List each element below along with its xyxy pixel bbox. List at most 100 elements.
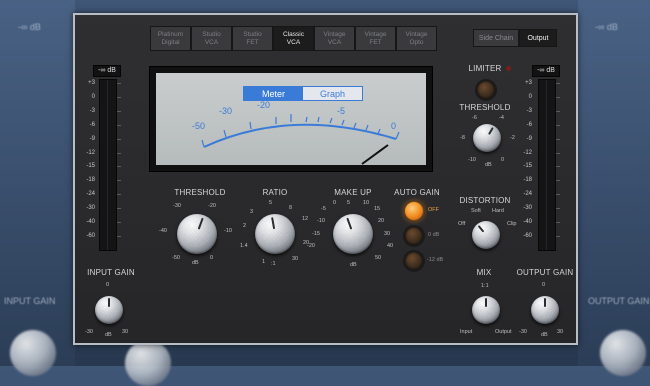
output_meter-scale-label: -18 — [523, 177, 532, 184]
distortion-knob[interactable] — [472, 221, 500, 249]
mix-ratio: 1:1 — [481, 283, 489, 289]
ratio-knob[interactable] — [255, 214, 295, 254]
mix-output: Output — [495, 329, 512, 335]
mix-input: Input — [460, 329, 473, 335]
output_meter-scale-label: -12 — [523, 149, 532, 156]
side-tabs: Side Chain Output — [473, 29, 557, 47]
bg-right-db: -∞ dB — [595, 22, 618, 32]
input_meter-scale-label: 0 — [91, 93, 95, 100]
input_meter-scale-tick — [117, 180, 121, 182]
limiter-threshold-knob[interactable] — [473, 124, 501, 152]
ltmarks-mark: -4 — [499, 115, 504, 121]
output-gain-mark: 0 — [542, 282, 546, 288]
ltmarks-mark: -10 — [468, 157, 476, 163]
input_meter-scale-label: -6 — [89, 121, 95, 128]
auto-gain-0db-text: 0 dB — [428, 232, 440, 238]
tab-output[interactable]: Output — [519, 29, 557, 47]
mode-tab-2[interactable]: Studio FET — [232, 26, 273, 51]
output_meter-scale-label: -6 — [526, 121, 532, 128]
thmarks-mark: 0 — [210, 255, 214, 261]
input-level-readout: -∞ dB — [93, 65, 121, 77]
limiter-button[interactable] — [477, 81, 495, 99]
makeup-knob[interactable] — [333, 214, 373, 254]
mix-knob[interactable] — [472, 296, 500, 324]
vu-meter: Meter Graph -50 -30 -20 -10 -5 0 — [149, 66, 433, 172]
input-gain-mark: 30 — [122, 329, 129, 335]
ratio-label: RATIO — [262, 188, 288, 197]
output_meter-scale-label: -60 — [523, 232, 532, 239]
thmarks-mark: -10 — [224, 228, 232, 234]
auto-gain-off-text: OFF — [428, 207, 439, 213]
mode-tab-0[interactable]: Platinum Digital — [150, 26, 191, 51]
bg-knob — [600, 330, 646, 376]
tab-graph[interactable]: Graph — [303, 87, 362, 100]
limiter-threshold-label: THRESHOLD — [459, 103, 511, 112]
ramarks-mark: 1 — [262, 259, 266, 265]
ltmarks-mark: dB — [485, 162, 492, 168]
threshold-knob[interactable] — [177, 214, 217, 254]
mumarks-mark: 5 — [347, 200, 351, 206]
input_meter-scale-tick — [117, 166, 121, 168]
input-gain-unit: dB — [105, 332, 112, 338]
output-gain-mark: 30 — [557, 329, 564, 335]
distortion-hard: Hard — [492, 208, 504, 214]
input-gain-knob[interactable] — [95, 296, 123, 324]
mode-tab-5[interactable]: Vintage FET — [355, 26, 396, 51]
vu-scale-label: -10 — [290, 93, 304, 103]
compressor-mode-tabs: Platinum Digital Studio VCA Studio FET Clas… — [150, 26, 437, 51]
output_meter-scale-label: -15 — [523, 163, 532, 170]
distortion-label: DISTORTION — [459, 196, 511, 205]
mumarks-mark: 0 — [333, 200, 337, 206]
compressor-plugin-window: Platinum Digital Studio VCA Studio FET Clas… — [73, 13, 578, 345]
mumarks-mark: 40 — [387, 243, 394, 249]
vu-scale-label: -20 — [257, 100, 271, 110]
tab-side-chain[interactable]: Side Chain — [473, 29, 519, 47]
input_meter-scale-label: +3 — [88, 80, 95, 86]
mode-tab-1[interactable]: Studio VCA — [191, 26, 232, 51]
output_meter-scale-tick — [556, 180, 560, 182]
distortion-soft: Soft — [471, 208, 481, 214]
output_meter-scale-tick — [556, 208, 560, 210]
input_meter-scale-tick — [117, 194, 121, 196]
ltmarks-mark: -2 — [510, 135, 515, 141]
input_meter-scale-tick — [117, 138, 121, 140]
background-right-strip — [578, 0, 650, 366]
output_meter-scale-label: -9 — [526, 135, 532, 142]
output-gain-knob[interactable] — [531, 296, 559, 324]
output_meter-scale-label: -24 — [523, 191, 532, 198]
mode-tab-4[interactable]: Vintage VCA — [314, 26, 355, 51]
limiter-label: LIMITER — [468, 64, 502, 73]
input_meter-scale-tick — [117, 152, 121, 154]
input_meter-scale-tick — [117, 124, 121, 126]
output_meter-scale-tick — [556, 138, 560, 140]
mumarks-mark: -5 — [321, 206, 326, 212]
input-level-meter — [99, 79, 117, 251]
thmarks-mark: -50 — [172, 255, 180, 261]
input_meter-scale-label: -12 — [86, 149, 95, 156]
output_meter-scale-tick — [556, 222, 560, 223]
vu-scale-label: -5 — [337, 106, 346, 116]
vu-scale-label: -50 — [192, 121, 206, 131]
mode-tab-3[interactable]: Classic VCA — [273, 26, 314, 51]
mumarks-mark: -15 — [312, 231, 320, 237]
ramarks-mark: :1 — [271, 261, 276, 267]
auto-gain-0db-led[interactable] — [405, 227, 423, 245]
thmarks-mark: -40 — [159, 228, 167, 234]
auto-gain-off-led[interactable] — [405, 202, 423, 220]
input_meter-scale-label: -60 — [86, 232, 95, 239]
bg-right-label: OUTPUT GAIN — [588, 296, 650, 306]
output_meter-scale-label: 0 — [528, 93, 532, 100]
input-gain-label: INPUT GAIN — [87, 268, 135, 277]
mix-label: MIX — [476, 268, 492, 277]
bg-knob — [10, 330, 56, 376]
output_meter-scale-tick — [556, 110, 560, 112]
output_meter-scale-tick — [556, 124, 560, 126]
output_meter-scale-tick — [556, 152, 560, 154]
input_meter-scale-tick — [117, 222, 121, 223]
distortion-off: Off — [458, 221, 466, 227]
auto-gain-minus12-led[interactable] — [405, 252, 423, 270]
ramarks-mark: 5 — [269, 200, 273, 206]
threshold-label: THRESHOLD — [174, 188, 226, 197]
ramarks-mark: 12 — [302, 216, 309, 222]
mode-tab-6[interactable]: Vintage Opto — [396, 26, 437, 51]
